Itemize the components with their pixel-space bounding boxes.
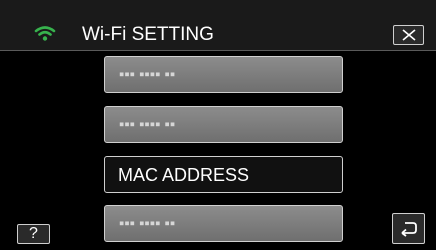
- wifi-icon: [34, 25, 56, 41]
- masked-label: ▪▪▪ ▪▪▪▪ ▪▪: [119, 215, 176, 232]
- help-button[interactable]: ?: [17, 224, 50, 244]
- close-icon: [402, 29, 416, 41]
- menu-item-masked-2[interactable]: ▪▪▪ ▪▪▪▪ ▪▪: [104, 106, 343, 143]
- menu-item-masked-4[interactable]: ▪▪▪ ▪▪▪▪ ▪▪: [104, 205, 343, 242]
- header-divider: [0, 50, 436, 51]
- header-bar: Wi-Fi SETTING: [0, 0, 436, 50]
- close-button[interactable]: [393, 25, 424, 45]
- page-title: Wi-Fi SETTING: [82, 24, 214, 45]
- menu-item-masked-1[interactable]: ▪▪▪ ▪▪▪▪ ▪▪: [104, 56, 343, 93]
- back-icon: [401, 222, 417, 237]
- back-button[interactable]: [392, 213, 425, 244]
- wifi-setting-screen: Wi-Fi SETTING ▪▪▪ ▪▪▪▪ ▪▪ ▪▪▪ ▪▪▪▪ ▪▪ MA…: [0, 0, 436, 250]
- menu-item-label: MAC ADDRESS: [118, 165, 250, 185]
- menu-item-mac-address[interactable]: MAC ADDRESS: [104, 156, 343, 193]
- masked-label: ▪▪▪ ▪▪▪▪ ▪▪: [119, 116, 176, 133]
- masked-label: ▪▪▪ ▪▪▪▪ ▪▪: [119, 66, 176, 83]
